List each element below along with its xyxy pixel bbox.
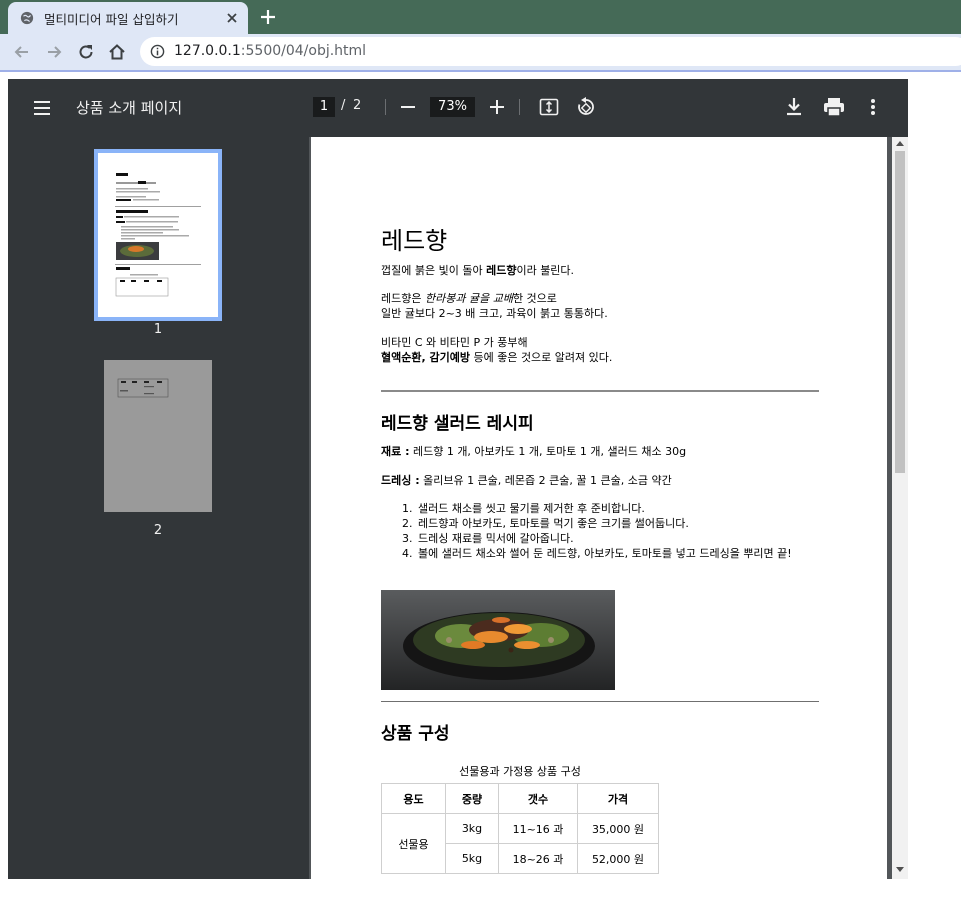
url-host: 127.0.0.1 xyxy=(174,43,241,59)
text-span: 껍질에 붉은 빛이 돌아 xyxy=(381,264,487,277)
recipe-steps-list: 샐러드 채소를 씻고 물기를 제거한 후 준비합니다. 레드향과 아보카도, 토… xyxy=(381,501,826,561)
page-thumbnail-preview xyxy=(117,378,169,398)
paragraph-2-line-2: 일반 귤보다 2~3 배 크고, 과육이 붉고 통통하다. xyxy=(381,307,608,320)
forward-icon[interactable] xyxy=(44,42,64,62)
more-options-icon[interactable] xyxy=(865,97,881,117)
list-item: 볼에 샐러드 채소와 썰어 둔 레드향, 아보카도, 토마토를 넣고 드레싱을 … xyxy=(416,546,826,561)
browser-toolbar: 127.0.0.1:5500/04/obj.html xyxy=(0,34,961,70)
toolbar-divider xyxy=(385,99,386,115)
print-icon[interactable] xyxy=(823,97,845,117)
table-cell: 11~16 과 xyxy=(498,813,578,844)
new-tab-icon[interactable] xyxy=(258,7,278,27)
page-thumbnail-preview xyxy=(115,173,201,297)
thumbnail-label-1: 1 xyxy=(153,322,163,337)
bold-text: 혈액순환, 감기예방 xyxy=(381,351,470,364)
ingredients-text: 레드향 1 개, 아보카도 1 개, 토마토 1 개, 샐러드 채소 30g xyxy=(409,445,687,458)
url-text: 127.0.0.1:5500/04/obj.html xyxy=(174,43,366,59)
dressing-text: 올리브유 1 큰술, 레몬즙 2 큰술, 꿀 1 큰술, 소금 약간 xyxy=(419,474,672,487)
text-span: 한 것으로 xyxy=(512,292,557,305)
page-thumbnail-2[interactable] xyxy=(104,360,212,512)
salad-illustration xyxy=(381,590,615,690)
table-cell: 5kg xyxy=(445,843,499,874)
zoom-level-input[interactable]: 73% xyxy=(430,97,475,117)
zoom-out-icon[interactable] xyxy=(399,97,417,117)
table-caption: 선물용과 가정용 상품 구성 xyxy=(459,765,581,778)
italic-text: 한라봉과 귤을 교배 xyxy=(424,292,513,305)
scroll-up-arrow-icon[interactable] xyxy=(896,141,904,146)
salad-photo xyxy=(381,590,615,690)
toolbar-accent-line xyxy=(0,70,961,72)
table-cell: 3kg xyxy=(445,813,499,844)
paragraph-3-line-2: 혈액순환, 감기예방 등에 좋은 것으로 알려져 있다. xyxy=(381,350,612,365)
list-item: 샐러드 채소를 씻고 물기를 제거한 후 준비합니다. xyxy=(416,501,826,516)
zoom-in-icon[interactable] xyxy=(487,97,507,117)
vertical-scrollbar[interactable] xyxy=(892,137,908,879)
pdf-toolbar: 상품 소개 페이지 1 / 2 73% xyxy=(8,79,908,137)
close-icon[interactable] xyxy=(225,11,239,25)
paragraph-2-line-1: 레드향은 한라봉과 귤을 교배한 것으로 xyxy=(381,291,608,306)
column-header: 중량 xyxy=(445,783,499,814)
reload-icon[interactable] xyxy=(76,42,96,62)
browser-tab[interactable]: 멀티미디어 파일 삽입하기 xyxy=(8,2,248,34)
page-number-input[interactable]: 1 xyxy=(313,97,335,117)
toolbar-divider xyxy=(519,99,520,115)
ingredients-line: 재료 : 레드향 1 개, 아보카도 1 개, 토마토 1 개, 샐러드 채소 … xyxy=(381,444,686,459)
paragraph-3-line-1: 비타민 C 와 비타민 P 가 풍부해 xyxy=(381,336,528,349)
column-header: 갯수 xyxy=(498,783,578,814)
tab-title: 멀티미디어 파일 삽입하기 xyxy=(44,12,179,27)
fit-to-page-icon[interactable] xyxy=(539,97,559,117)
text-span: 이라 불린다. xyxy=(516,264,575,277)
column-header: 용도 xyxy=(381,783,446,814)
thumbnail-sidebar: 1 2 xyxy=(8,137,309,879)
table-cell: 52,000 원 xyxy=(577,843,659,874)
globe-icon xyxy=(20,11,34,25)
list-item: 레드향과 아보카도, 토마토를 먹기 좋은 크기를 썰어둡니다. xyxy=(416,516,826,531)
rotate-icon[interactable] xyxy=(575,96,597,118)
column-header: 가격 xyxy=(577,783,659,814)
dressing-line: 드레싱 : 올리브유 1 큰술, 레몬즙 2 큰술, 꿀 1 큰술, 소금 약간 xyxy=(381,473,672,488)
page-thumbnail-1[interactable] xyxy=(94,149,222,321)
text-span: 등에 좋은 것으로 알려져 있다. xyxy=(469,351,613,364)
browser-tabstrip: 멀티미디어 파일 삽입하기 xyxy=(0,0,961,34)
scrollbar-thumb[interactable] xyxy=(895,151,905,473)
back-icon[interactable] xyxy=(12,42,32,62)
table-header-row: 용도 중량 갯수 가격 xyxy=(381,783,659,814)
page-separator: / xyxy=(341,98,346,113)
bold-text: 레드향 xyxy=(486,264,517,277)
product-table: 용도 중량 갯수 가격 선물용 3kg 11~16 과 35,000 원 5kg… xyxy=(381,783,659,874)
thumbnail-label-2: 2 xyxy=(153,523,163,538)
heading-redhyang: 레드향 xyxy=(381,227,448,255)
table-cell: 18~26 과 xyxy=(498,843,578,874)
document-title: 상품 소개 페이지 xyxy=(76,99,183,117)
horizontal-rule xyxy=(381,701,819,702)
paragraph-2: 레드향은 한라봉과 귤을 교배한 것으로 일반 귤보다 2~3 배 크고, 과육… xyxy=(381,291,608,321)
pdf-page: 레드향 껍질에 붉은 빛이 돌아 레드향이라 불린다. 레드향은 한라봉과 귤을… xyxy=(311,137,887,879)
table-row: 선물용 3kg 11~16 과 35,000 원 xyxy=(381,813,659,874)
page-total: 2 xyxy=(353,98,362,113)
text-span: 레드향은 xyxy=(381,292,425,305)
paragraph-3: 비타민 C 와 비타민 P 가 풍부해 혈액순환, 감기예방 등에 좋은 것으로… xyxy=(381,335,612,365)
info-icon[interactable] xyxy=(150,44,165,59)
dressing-label: 드레싱 : xyxy=(381,474,420,487)
list-item: 드레싱 재료를 믹서에 갈아줍니다. xyxy=(416,531,826,546)
horizontal-rule xyxy=(381,390,819,392)
heading-recipe: 레드향 샐러드 레시피 xyxy=(381,414,534,434)
table-cell: 선물용 xyxy=(381,813,446,874)
table-cell: 35,000 원 xyxy=(577,813,659,844)
heading-product: 상품 구성 xyxy=(381,724,450,744)
download-icon[interactable] xyxy=(784,96,804,118)
paragraph-1: 껍질에 붉은 빛이 돌아 레드향이라 불린다. xyxy=(381,263,574,278)
pdf-viewer: 상품 소개 페이지 1 / 2 73% 1 2 레드향 껍질에 붉은 빛이 돌아… xyxy=(8,79,908,879)
menu-icon[interactable] xyxy=(32,98,52,118)
address-bar[interactable]: 127.0.0.1:5500/04/obj.html xyxy=(140,37,961,66)
ingredients-label: 재료 : xyxy=(381,445,410,458)
scroll-down-arrow-icon[interactable] xyxy=(896,867,904,872)
home-icon[interactable] xyxy=(107,42,127,62)
url-path: :5500/04/obj.html xyxy=(240,43,367,59)
